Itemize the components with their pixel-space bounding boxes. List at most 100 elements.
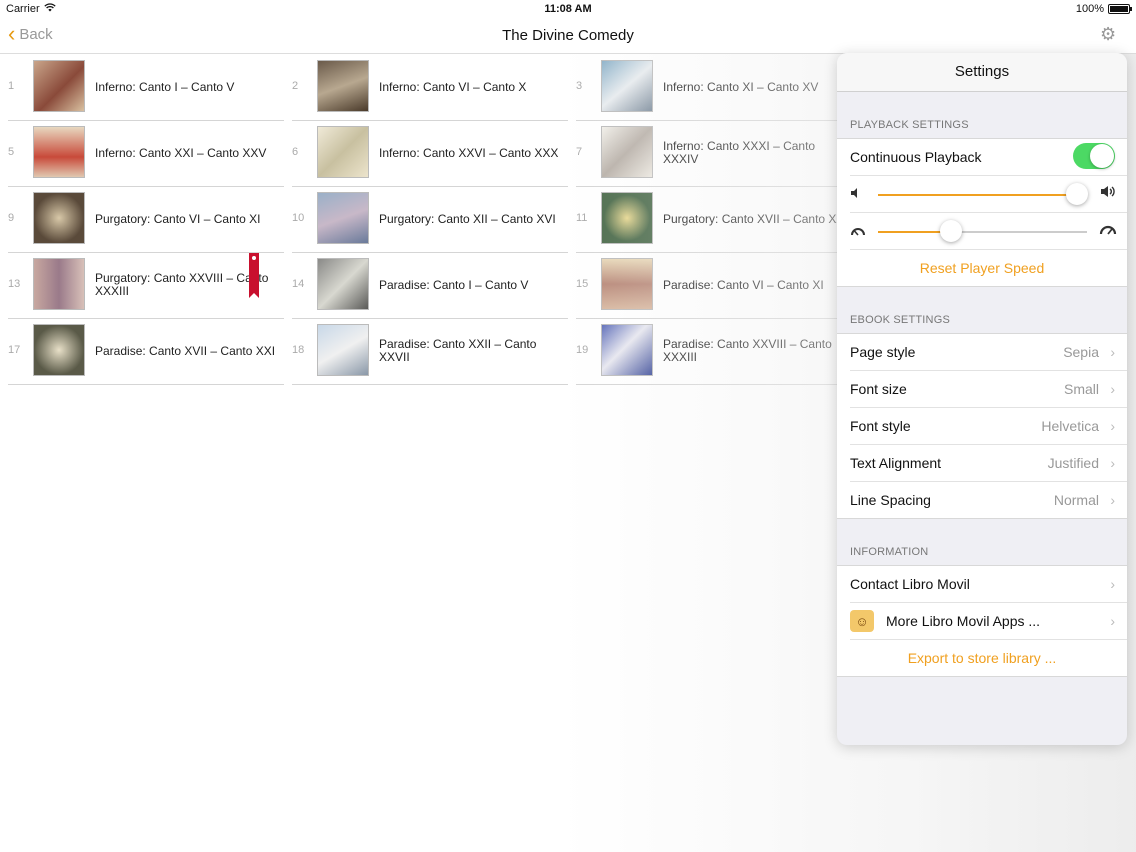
cover-thumbnail: [33, 126, 85, 178]
speed-fast-icon: [1099, 222, 1117, 239]
continuous-playback-label: Continuous Playback: [850, 149, 982, 165]
canto-item[interactable]: 13 Purgatory: Canto XXVIII – Canto XXXII…: [8, 252, 284, 319]
page-style-row[interactable]: Page style Sepia ›: [850, 334, 1127, 371]
more-apps-row[interactable]: ☺ More Libro Movil Apps ... ›: [850, 603, 1127, 640]
canto-item[interactable]: 17 Paradise: Canto XVII – Canto XXI: [8, 318, 284, 385]
gear-icon[interactable]: ⚙: [1100, 25, 1118, 43]
ebook-section-title: EBOOK SETTINGS: [850, 314, 950, 326]
item-number: 2: [292, 80, 299, 92]
cover-thumbnail: [33, 192, 85, 244]
chevron-right-icon: ›: [1110, 455, 1115, 471]
canto-item[interactable]: 6 Inferno: Canto XXVI – Canto XXX: [292, 120, 568, 187]
cover-thumbnail: [601, 324, 653, 376]
item-title: Purgatory: Canto VI – Canto XI: [95, 211, 261, 226]
canto-item[interactable]: 9 Purgatory: Canto VI – Canto XI: [8, 186, 284, 253]
line-spacing-row[interactable]: Line Spacing Normal ›: [850, 482, 1127, 518]
reset-player-speed-button[interactable]: Reset Player Speed: [837, 250, 1127, 286]
chevron-right-icon: ›: [1110, 381, 1115, 397]
item-number: 13: [8, 278, 21, 290]
item-number: 7: [576, 146, 583, 158]
speed-slider[interactable]: [878, 220, 1087, 242]
canto-item[interactable]: 5 Inferno: Canto XXI – Canto XXV: [8, 120, 284, 187]
chevron-right-icon: ›: [1110, 492, 1115, 508]
item-title: Paradise: Canto XVII – Canto XXI: [95, 343, 276, 358]
item-title: Inferno: Canto I – Canto V: [95, 79, 235, 94]
continuous-playback-row: Continuous Playback: [850, 139, 1127, 176]
item-title: Purgatory: Canto XII – Canto XVI: [379, 211, 556, 226]
continuous-playback-toggle[interactable]: [1073, 143, 1115, 169]
cover-thumbnail: [317, 258, 369, 310]
volume-slider[interactable]: [878, 183, 1088, 205]
canto-item[interactable]: 1 Inferno: Canto I – Canto V: [8, 54, 284, 121]
battery-percent: 100%: [1075, 3, 1104, 15]
settings-title: Settings: [837, 53, 1127, 92]
cover-thumbnail: [601, 60, 653, 112]
status-bar: Carrier 11:08 AM 100%: [0, 0, 1136, 18]
playback-section-title: PLAYBACK SETTINGS: [850, 119, 969, 131]
speed-slider-thumb[interactable]: [940, 220, 963, 242]
export-library-button[interactable]: Export to store library ...: [837, 640, 1127, 676]
cover-thumbnail: [33, 60, 85, 112]
more-apps-label: More Libro Movil Apps ...: [886, 613, 1041, 629]
canto-item[interactable]: 10 Purgatory: Canto XII – Canto XVI: [292, 186, 568, 253]
canto-item[interactable]: 15 Paradise: Canto VI – Canto XI: [576, 252, 852, 319]
playback-group: Continuous Playback Reset Player Speed: [837, 138, 1127, 287]
item-number: 19: [576, 344, 589, 356]
item-number: 14: [292, 278, 305, 290]
line-spacing-label: Line Spacing: [850, 492, 931, 508]
cover-thumbnail: [33, 258, 85, 310]
information-section-title: INFORMATION: [850, 546, 929, 558]
canto-item[interactable]: 7 Inferno: Canto XXXI – Canto XXXIV: [576, 120, 852, 187]
item-number: 3: [576, 80, 583, 92]
item-number: 11: [576, 212, 588, 224]
font-style-value: Helvetica: [1041, 418, 1099, 434]
canto-item[interactable]: 3 Inferno: Canto XI – Canto XV: [576, 54, 852, 121]
item-title: Inferno: Canto VI – Canto X: [379, 79, 527, 94]
chevron-right-icon: ›: [1110, 344, 1115, 360]
line-spacing-value: Normal: [1053, 492, 1099, 508]
item-number: 9: [8, 212, 15, 224]
font-size-value: Small: [1063, 381, 1099, 397]
volume-slider-thumb[interactable]: [1065, 183, 1088, 205]
volume-slider-row: [850, 176, 1127, 213]
item-title: Inferno: Canto XXXI – Canto XXXIV: [663, 139, 816, 166]
speed-slider-row: [850, 213, 1127, 250]
item-title: Paradise: Canto I – Canto V: [379, 277, 529, 292]
chevron-right-icon: ›: [1110, 613, 1115, 629]
cover-thumbnail: [317, 324, 369, 376]
settings-popover: Settings PLAYBACK SETTINGS Continuous Pl…: [837, 53, 1127, 745]
canto-item[interactable]: 18 Paradise: Canto XXII – Canto XXVII: [292, 318, 568, 385]
font-style-row[interactable]: Font style Helvetica ›: [850, 408, 1127, 445]
chevron-right-icon: ›: [1110, 418, 1115, 434]
canto-item[interactable]: 2 Inferno: Canto VI – Canto X: [292, 54, 568, 121]
item-title: Paradise: Canto VI – Canto XI: [663, 277, 824, 292]
cover-thumbnail: [33, 324, 85, 376]
volume-low-icon: [850, 186, 866, 202]
item-title: Inferno: Canto XXI – Canto XXV: [95, 145, 267, 160]
cover-thumbnail: [317, 192, 369, 244]
font-style-label: Font style: [850, 418, 911, 434]
item-title: Paradise: Canto XXVIII – Canto XXXIII: [663, 337, 832, 364]
contact-row[interactable]: Contact Libro Movil ›: [850, 566, 1127, 603]
speed-slow-icon: [850, 223, 866, 239]
item-number: 1: [8, 80, 15, 92]
text-alignment-value: Justified: [1047, 455, 1099, 471]
canto-item[interactable]: 11 Purgatory: Canto XVII – Canto XXI: [576, 186, 852, 253]
text-alignment-row[interactable]: Text Alignment Justified ›: [850, 445, 1127, 482]
page-title: The Divine Comedy: [502, 27, 634, 44]
cover-thumbnail: [601, 258, 653, 310]
canto-item[interactable]: 14 Paradise: Canto I – Canto V: [292, 252, 568, 319]
item-title: Inferno: Canto XXVI – Canto XXX: [379, 145, 559, 160]
canto-item[interactable]: 19 Paradise: Canto XXVIII – Canto XXXIII: [576, 318, 852, 385]
font-size-row[interactable]: Font size Small ›: [850, 371, 1127, 408]
navigation-bar: ‹ Back The Divine Comedy ⚙: [0, 18, 1136, 54]
item-number: 10: [292, 212, 305, 224]
item-title: Purgatory: Canto XVII – Canto XXI: [663, 211, 848, 226]
information-group: Contact Libro Movil › ☺ More Libro Movil…: [837, 565, 1127, 677]
font-size-label: Font size: [850, 381, 907, 397]
item-title: Inferno: Canto XI – Canto XV: [663, 79, 819, 94]
page-style-value: Sepia: [1063, 344, 1099, 360]
cover-thumbnail: [317, 60, 369, 112]
cover-thumbnail: [601, 192, 653, 244]
item-number: 18: [292, 344, 305, 356]
